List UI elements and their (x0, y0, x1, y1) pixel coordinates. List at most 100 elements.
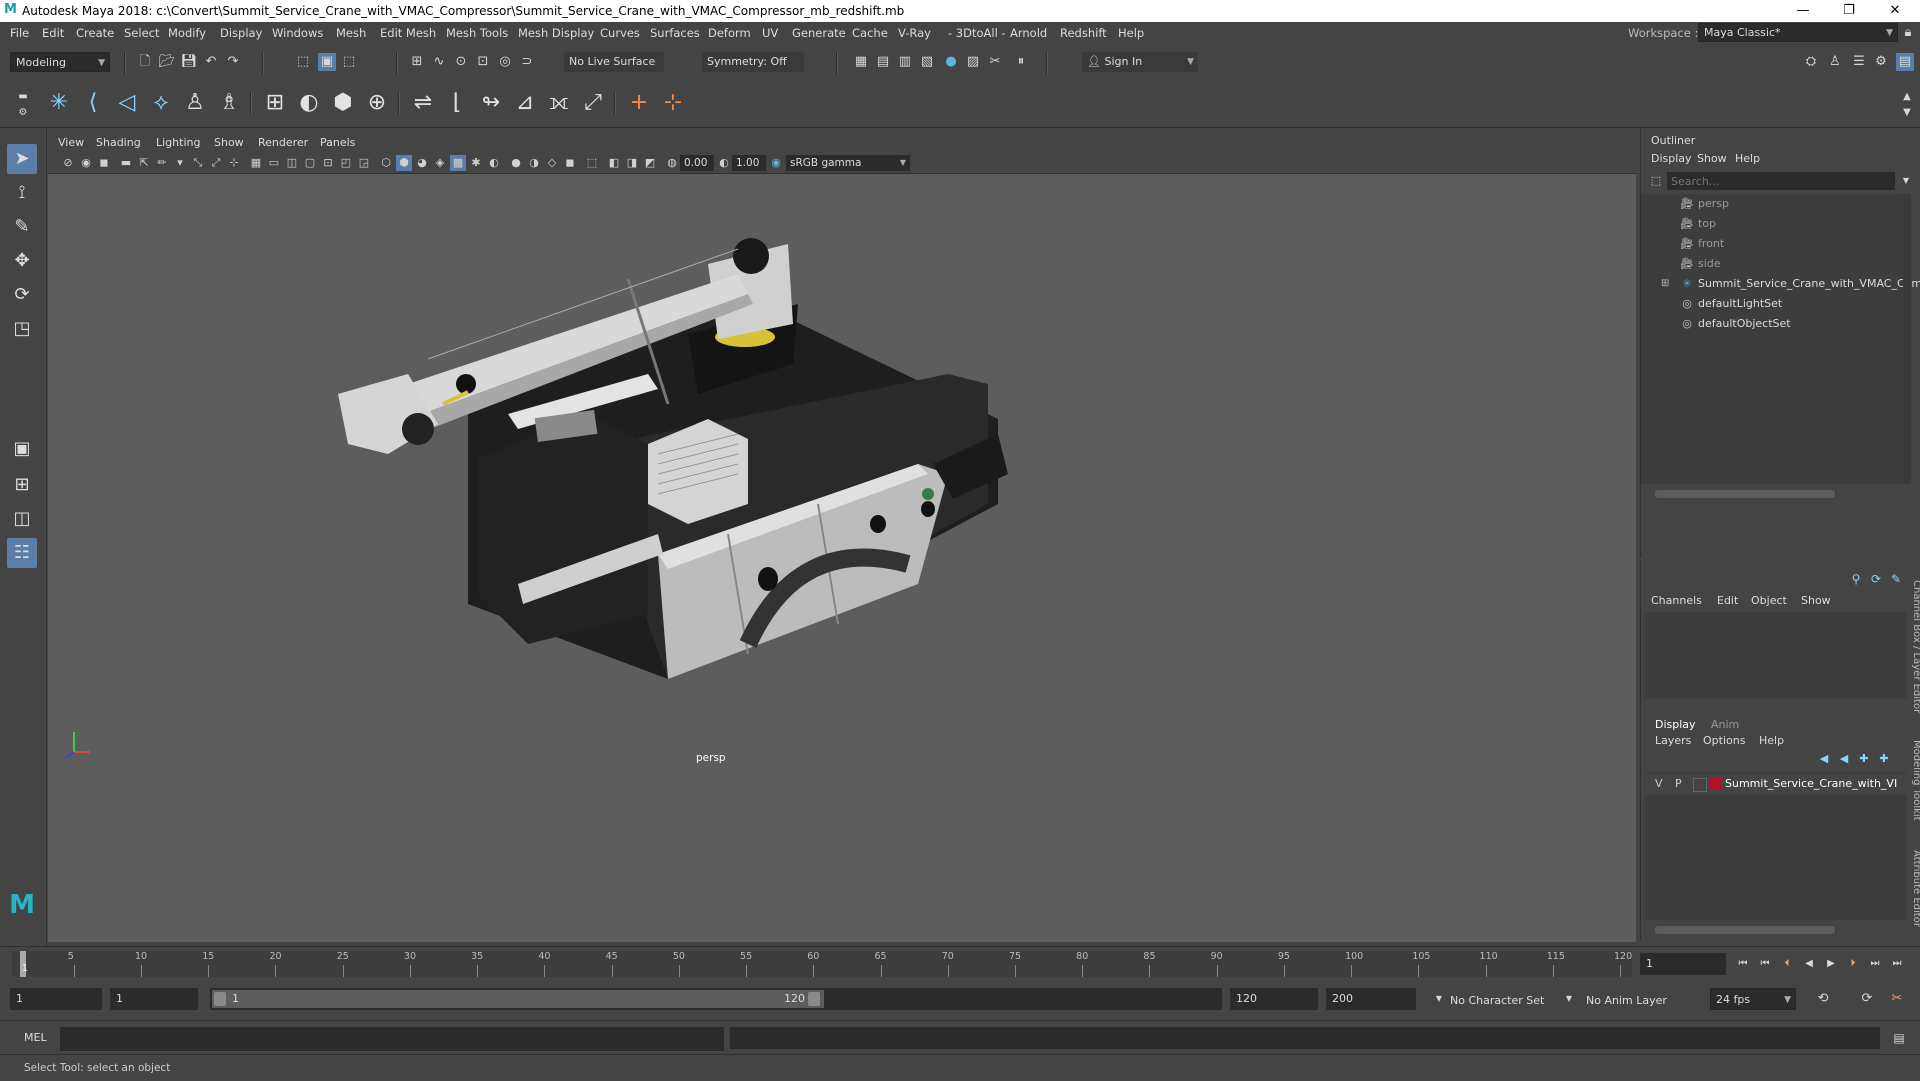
use-all-lights-icon[interactable]: ✱ (468, 155, 484, 171)
animation-end-field[interactable]: 200 (1326, 988, 1416, 1010)
xray-icon[interactable]: ◧ (606, 155, 622, 171)
timeline-track[interactable] (12, 951, 1632, 977)
two-view-icon[interactable]: ◫ (7, 504, 37, 534)
bind-skin-icon[interactable]: ⟡ (146, 88, 176, 118)
layer-visibility-toggle[interactable]: V (1655, 777, 1663, 790)
outliner-item-persp[interactable]: 🎥︎ persp (1641, 194, 1911, 214)
safe-title-icon[interactable]: ◲ (356, 155, 372, 171)
camera-lock-icon[interactable]: ▾ (172, 155, 188, 171)
snap-surface-icon[interactable]: ◎ (496, 53, 514, 71)
channel-menu-channels[interactable]: Channels (1651, 594, 1702, 607)
select-hierarchy-icon[interactable]: ⬚ (294, 53, 312, 71)
smooth-shade-icon[interactable]: ⬢ (396, 155, 412, 171)
locator-icon[interactable]: + (624, 88, 654, 118)
play-backwards-icon[interactable]: ◀ (1800, 955, 1818, 973)
exposure-field[interactable]: 0.00 (680, 155, 714, 171)
scroll-down-icon[interactable]: ▼ (1898, 104, 1916, 122)
film-gate-icon[interactable]: ▭ (266, 155, 282, 171)
channel-menu-show[interactable]: Show (1801, 594, 1831, 607)
camera-select-icon[interactable]: ⊘ (60, 155, 76, 171)
color-management-icon[interactable]: ◉ (768, 155, 784, 171)
select-tool-icon[interactable]: ➤ (7, 144, 37, 174)
modeling-toolkit-icon[interactable]: ⛭ (1802, 53, 1820, 71)
ik-handle-icon[interactable]: ⟨ (78, 88, 108, 118)
outliner-layout-icon[interactable]: ☷ (7, 538, 37, 568)
snap-tool-icon[interactable]: ⊹ (226, 155, 242, 171)
range-bar[interactable]: 1 120 (212, 990, 824, 1008)
render-view-icon[interactable]: ▨ (964, 53, 982, 71)
menu-select[interactable]: Select (124, 26, 159, 40)
safe-action-icon[interactable]: ◰ (338, 155, 354, 171)
snap-grid-icon[interactable]: ⊞ (408, 53, 426, 71)
menu-mesh-display[interactable]: Mesh Display (518, 26, 594, 40)
perspective-viewport[interactable]: persp (48, 174, 1636, 942)
ik-spline-icon[interactable]: ◁ (112, 88, 142, 118)
snap-point-icon[interactable]: ⊙ (452, 53, 470, 71)
side-tab-attribute-editor[interactable]: Attribute Editor (1911, 850, 1920, 927)
layer-horizontal-scrollbar[interactable] (1655, 926, 1835, 934)
side-tab-channel-box[interactable]: Channel Box / Layer Editor (1911, 580, 1920, 713)
camera-attributes-icon[interactable]: ◉ (78, 155, 94, 171)
outliner-item-default-object-set[interactable]: ◎ defaultObjectSet (1641, 314, 1911, 334)
chevron-down-icon[interactable]: ▼ (1897, 172, 1915, 190)
orient-constraint-icon[interactable]: ⊿ (510, 88, 540, 118)
lock-icon[interactable]: 🔒︎ (1899, 24, 1917, 42)
layer-menu-help[interactable]: Help (1759, 734, 1784, 747)
menuset-select[interactable]: Modeling ▼ (10, 52, 110, 72)
go-to-start-icon[interactable]: ⏮ (1734, 955, 1752, 973)
grid-toggle-icon[interactable]: ▦ (248, 155, 264, 171)
render-settings-icon[interactable]: ▧ (918, 53, 936, 71)
gamma-icon[interactable]: ◐ (716, 155, 732, 171)
play-forwards-icon[interactable]: ▶ (1822, 955, 1840, 973)
resolution-gate-icon[interactable]: ◫ (284, 155, 300, 171)
gate-mask-icon[interactable]: ▢ (302, 155, 318, 171)
shelf-settings-icon[interactable]: ⚙ (14, 104, 32, 122)
menu-uv[interactable]: UV (762, 26, 778, 40)
expand-icon[interactable]: ⊞ (1661, 274, 1669, 294)
vp-menu-lighting[interactable]: Lighting (156, 136, 200, 149)
frame-selection-icon[interactable]: ⤢ (208, 155, 224, 171)
quick-rig-icon[interactable]: ♗ (214, 88, 244, 118)
wireframe-icon[interactable]: ⬡ (378, 155, 394, 171)
character-set-label[interactable]: No Character Set (1450, 994, 1544, 1007)
live-surface-field[interactable]: No Live Surface (564, 52, 664, 72)
pause-icon[interactable]: ⏸ (1012, 53, 1030, 71)
time-slider[interactable]: 1 5 10 15 20 25 30 35 40 45 50 55 60 65 70 75 80 85 90 95 1… (0, 946, 1920, 983)
menu-surfaces[interactable]: Surfaces (650, 26, 700, 40)
menu-redshift[interactable]: Redshift (1060, 26, 1107, 40)
menu-curves[interactable]: Curves (600, 26, 640, 40)
xray-joints-icon[interactable]: ◨ (624, 155, 640, 171)
vp-menu-renderer[interactable]: Renderer (258, 136, 308, 149)
view-2d-pan-icon[interactable]: ⇱ (136, 155, 152, 171)
range-start-handle[interactable] (214, 992, 226, 1006)
pole-vector-icon[interactable]: ⤢ (578, 88, 608, 118)
menu-create[interactable]: Create (76, 26, 114, 40)
menu-arnold[interactable]: Arnold (1010, 26, 1047, 40)
hypershade-icon[interactable]: ● (942, 53, 960, 71)
exposure-icon[interactable]: ◍ (664, 155, 680, 171)
menu-deform[interactable]: Deform (708, 26, 751, 40)
single-perspective-icon[interactable]: ▣ (7, 434, 37, 464)
outliner-item-crane-group[interactable]: ⊞ ✳ Summit_Service_Crane_with_VMAC_Com (1641, 274, 1920, 294)
locator-constraint-icon[interactable]: ⊹ (658, 88, 688, 118)
new-layer-selected-icon[interactable]: ✚ (1875, 750, 1893, 768)
image-plane-icon[interactable]: ▬ (118, 155, 134, 171)
playback-start-field[interactable]: 1 (110, 988, 198, 1010)
auto-key-icon[interactable]: ⟳ (1858, 990, 1876, 1008)
rotate-tool-icon[interactable]: ⟳ (7, 280, 37, 310)
layer-row[interactable]: V P Summit_Service_Crane_with_VI (1645, 774, 1907, 794)
layer-type-toggle[interactable] (1693, 778, 1707, 792)
snap-magnet-icon[interactable]: ⊃ (518, 53, 536, 71)
humanik-icon[interactable]: ♙ (180, 88, 210, 118)
grease-pencil-icon[interactable]: ✏ (154, 155, 170, 171)
current-frame-field[interactable] (1640, 953, 1726, 975)
loop-icon[interactable]: ⟲ (1814, 990, 1832, 1008)
bookmark-icon[interactable]: ◼ (96, 155, 112, 171)
aim-constraint-icon[interactable]: ↬ (476, 88, 506, 118)
step-back-frame-icon[interactable]: ⏴ (1778, 955, 1796, 973)
layer-tab-display[interactable]: Display (1655, 718, 1696, 731)
anti-aliasing-icon[interactable]: ◇ (544, 155, 560, 171)
menu-file[interactable]: File (10, 26, 29, 40)
playback-end-field[interactable]: 120 (1230, 988, 1318, 1010)
step-back-key-icon[interactable]: ⏮ (1756, 955, 1774, 973)
